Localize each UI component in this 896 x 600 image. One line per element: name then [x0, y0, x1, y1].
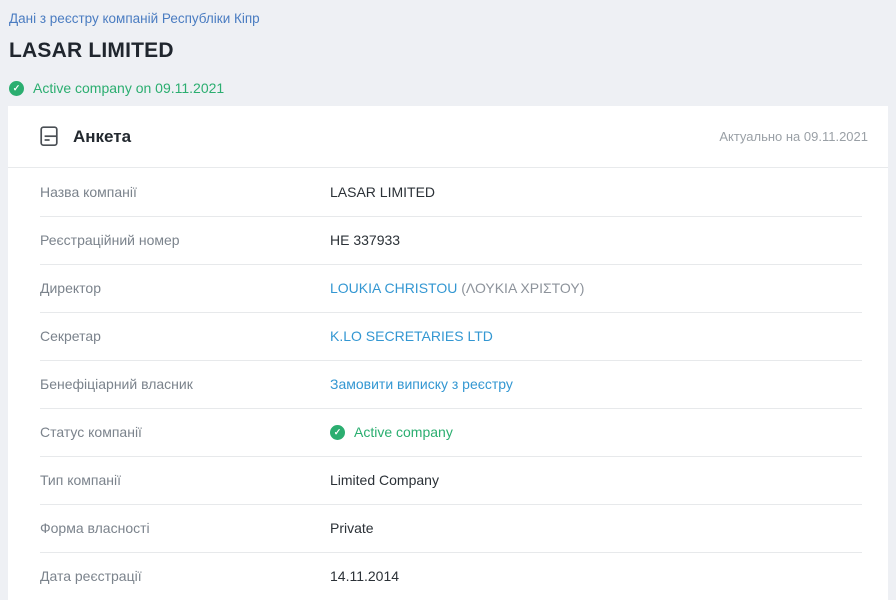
- row-label: Реєстраційний номер: [40, 232, 330, 248]
- card-title: Анкета: [73, 127, 131, 147]
- table-row: СекретарK.LO SECRETARIES LTD: [8, 312, 888, 360]
- page-top: Дані з реєстру компаній Республіки Кіпр …: [0, 0, 896, 96]
- page-title: LASAR LIMITED: [9, 39, 888, 63]
- row-link[interactable]: LOUKIA CHRISTOU: [330, 280, 457, 296]
- row-value: LASAR LIMITED: [330, 184, 435, 200]
- row-value: Замовити виписку з реєстру: [330, 376, 513, 392]
- table-row: Назва компаніїLASAR LIMITED: [8, 168, 888, 216]
- table-row: Форма власностіPrivate: [8, 504, 888, 552]
- row-value-text: 14.11.2014: [330, 568, 399, 584]
- row-value: HE 337933: [330, 232, 400, 248]
- row-value: Private: [330, 520, 374, 536]
- row-value-text: LASAR LIMITED: [330, 184, 435, 200]
- company-status-line: ✓ Active company on 09.11.2021: [9, 80, 888, 96]
- check-circle-icon: ✓: [9, 81, 24, 96]
- row-label: Тип компанії: [40, 472, 330, 488]
- document-icon: [40, 126, 59, 147]
- table-row: Тип компаніїLimited Company: [8, 456, 888, 504]
- status-line-text: Active company on 09.11.2021: [33, 80, 224, 96]
- row-label: Дата реєстрації: [40, 568, 330, 584]
- row-label: Бенефіціарний власник: [40, 376, 330, 392]
- row-value: 14.11.2014: [330, 568, 399, 584]
- info-table: Назва компаніїLASAR LIMITEDРеєстраційний…: [8, 168, 888, 600]
- row-value: ✓ Active company: [330, 424, 453, 440]
- table-row: Реєстраційний номерHE 337933: [8, 216, 888, 264]
- row-value: K.LO SECRETARIES LTD: [330, 328, 493, 344]
- table-row: ДиректорLOUKIA CHRISTOU (ΛΟΥΚΙΑ ΧΡΙΣΤΟΥ): [8, 264, 888, 312]
- row-label: Директор: [40, 280, 330, 296]
- row-label: Статус компанії: [40, 424, 330, 440]
- table-row: Статус компанії✓ Active company: [8, 408, 888, 456]
- company-profile-card: Анкета Актуально на 09.11.2021 Назва ком…: [8, 106, 888, 600]
- row-link[interactable]: K.LO SECRETARIES LTD: [330, 328, 493, 344]
- table-row: Бенефіціарний власникЗамовити виписку з …: [8, 360, 888, 408]
- row-value-text: HE 337933: [330, 232, 400, 248]
- breadcrumb-registry-link[interactable]: Дані з реєстру компаній Республіки Кіпр: [9, 11, 260, 26]
- row-value-note: (ΛΟΥΚΙΑ ΧΡΙΣΤΟΥ): [457, 280, 584, 296]
- table-row: Дата реєстрації14.11.2014: [8, 552, 888, 600]
- status-badge: ✓ Active company: [330, 424, 453, 440]
- status-text: Active company: [354, 424, 453, 440]
- card-header: Анкета Актуально на 09.11.2021: [8, 106, 888, 168]
- row-value: Limited Company: [330, 472, 439, 488]
- row-value: LOUKIA CHRISTOU (ΛΟΥΚΙΑ ΧΡΙΣΤΟΥ): [330, 280, 584, 296]
- row-value-text: Private: [330, 520, 374, 536]
- check-circle-icon: ✓: [330, 425, 345, 440]
- row-label: Форма власності: [40, 520, 330, 536]
- row-link[interactable]: Замовити виписку з реєстру: [330, 376, 513, 392]
- row-value-text: Limited Company: [330, 472, 439, 488]
- row-label: Секретар: [40, 328, 330, 344]
- row-label: Назва компанії: [40, 184, 330, 200]
- updated-date-label: Актуально на 09.11.2021: [719, 129, 868, 144]
